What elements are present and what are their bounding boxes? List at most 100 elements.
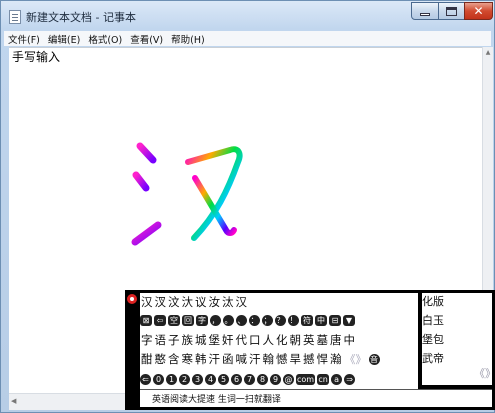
word-suggestion[interactable]: 堡包 — [422, 331, 444, 349]
candidate[interactable]: 子 — [167, 332, 181, 348]
symbol-key[interactable]: ： — [249, 314, 260, 326]
scroll-left-icon[interactable]: ◀ — [11, 397, 16, 405]
minimize-icon — [420, 13, 430, 16]
keyboard-icon[interactable]: ⊟ — [329, 314, 341, 326]
title-bar[interactable]: 新建文本文档 - 记事本 ✕ — [1, 1, 494, 31]
close-icon: ✕ — [473, 4, 484, 18]
number-key[interactable]: 4 — [205, 373, 216, 385]
cn-key[interactable]: cn — [317, 373, 330, 385]
ime-logo-icon — [127, 294, 137, 304]
ime-ad-banner[interactable]: 英语阅读大提速 生词一扫就翻译 — [140, 389, 492, 407]
enter-key[interactable]: 回 — [182, 314, 194, 326]
ime-drag-handle[interactable] — [125, 290, 139, 410]
candidate[interactable]: 汉 — [235, 294, 249, 310]
candidate[interactable]: 朝 — [289, 332, 303, 348]
candidate[interactable]: 函 — [221, 351, 235, 367]
candidate[interactable]: 墓 — [316, 332, 330, 348]
number-key[interactable]: 1 — [166, 373, 177, 385]
number-key[interactable]: 7 — [244, 373, 255, 385]
symbol-key[interactable]: 、 — [236, 314, 247, 326]
candidate[interactable]: 汰 — [221, 294, 235, 310]
candidate[interactable]: 憨 — [154, 351, 168, 367]
menu-help[interactable]: 帮助(H) — [167, 32, 209, 46]
page-toggle[interactable]: 《》 — [343, 351, 369, 367]
candidate[interactable]: 憾 — [275, 351, 289, 367]
symbol-key[interactable]: ！ — [288, 314, 299, 326]
candidate[interactable]: 汝 — [208, 294, 222, 310]
maximize-button[interactable] — [438, 2, 465, 20]
arrow-left-icon[interactable]: ⇐ — [140, 373, 151, 385]
menu-edit[interactable]: 编辑(E) — [44, 32, 84, 46]
close-button[interactable]: ✕ — [464, 2, 493, 20]
com-key[interactable]: com — [296, 373, 316, 385]
candidate[interactable]: 喊 — [235, 351, 249, 367]
candidate[interactable]: 语 — [154, 332, 168, 348]
candidate[interactable]: 汶 — [167, 294, 181, 310]
scroll-up-icon[interactable]: ▲ — [484, 49, 492, 56]
backspace-icon[interactable]: ⇦ — [154, 314, 166, 326]
char-key[interactable]: 字 — [196, 314, 208, 326]
word-suggestion[interactable]: 白玉 — [422, 312, 444, 330]
number-key[interactable]: 9 — [270, 373, 281, 385]
word-suggestion[interactable]: 化版 — [422, 293, 444, 311]
number-key[interactable]: 2 — [179, 373, 190, 385]
candidate[interactable]: 撼 — [302, 351, 316, 367]
symbol-key[interactable]: ？ — [275, 314, 286, 326]
arrow-right-icon[interactable]: ⇒ — [344, 373, 356, 385]
candidate[interactable]: 口 — [248, 332, 262, 348]
candidate[interactable]: 寒 — [181, 351, 195, 367]
ime-scroll-area[interactable]: 《》 — [472, 293, 495, 385]
candidate[interactable]: 议 — [194, 294, 208, 310]
space-key[interactable]: 空 — [168, 314, 180, 326]
candidate[interactable]: 汗 — [248, 351, 262, 367]
candidate[interactable]: 旱 — [289, 351, 303, 367]
minimize-button[interactable] — [411, 2, 439, 20]
candidate[interactable]: 汗 — [208, 351, 222, 367]
candidate[interactable]: 汉 — [140, 294, 154, 310]
candidate[interactable]: 韩 — [194, 351, 208, 367]
menu-format[interactable]: 格式(O) — [84, 32, 126, 46]
candidate[interactable]: 英 — [302, 332, 316, 348]
symbol-mode-key[interactable]: 符 — [301, 314, 313, 326]
candidate[interactable]: 族 — [181, 332, 195, 348]
dropdown-icon[interactable]: ▼ — [343, 314, 355, 326]
number-key[interactable]: 6 — [231, 373, 242, 385]
number-key[interactable]: 5 — [218, 373, 229, 385]
candidate[interactable]: 唐 — [329, 332, 343, 348]
candidate[interactable]: 奸 — [221, 332, 235, 348]
candidate[interactable]: 中 — [343, 332, 357, 348]
editor-content: 手写输入 — [12, 50, 61, 64]
chinese-mode-key[interactable]: 中 — [315, 314, 327, 326]
symbol-key[interactable]: ， — [210, 314, 221, 326]
candidate[interactable]: 翰 — [262, 351, 276, 367]
candidate[interactable]: 悍 — [316, 351, 330, 367]
number-row: ⇐ 0 1 2 3 4 5 6 7 8 9 @ com cn a ⇒ — [140, 370, 356, 388]
candidate[interactable]: 人 — [262, 332, 276, 348]
ime-word-suggestions: 化版 白玉 堡包 武帝 — [422, 293, 472, 385]
symbol-row: ⊠ ⇦ 空 回 字 ， 。 、 ： ； ？ ！ 符 中 ⊟ ▼ — [140, 311, 355, 329]
candidate[interactable]: 瀚 — [329, 351, 343, 367]
menu-file[interactable]: 文件(F) — [4, 32, 44, 46]
candidate[interactable]: 含 — [167, 351, 181, 367]
scroll-toggle-icon[interactable]: 《》 — [474, 365, 495, 381]
candidate[interactable]: 字 — [140, 332, 154, 348]
menu-view[interactable]: 查看(V) — [126, 32, 167, 46]
symbol-key[interactable]: ； — [262, 314, 273, 326]
candidate-row-3: 字 语 子 族 城 堡 奸 代 口 人 化 朝 英 墓 唐 中 — [140, 331, 356, 349]
number-key[interactable]: 8 — [257, 373, 268, 385]
number-key[interactable]: 0 — [153, 373, 164, 385]
candidate[interactable]: 代 — [235, 332, 249, 348]
number-key[interactable]: 3 — [192, 373, 203, 385]
candidate[interactable]: 化 — [275, 332, 289, 348]
candidate[interactable]: 汊 — [154, 294, 168, 310]
candidate[interactable]: 汏 — [181, 294, 195, 310]
sound-key[interactable]: 音 — [368, 353, 380, 365]
candidate[interactable]: 酣 — [140, 351, 154, 367]
word-suggestion[interactable]: 武帝 — [422, 350, 444, 368]
candidate[interactable]: 堡 — [208, 332, 222, 348]
clear-icon[interactable]: ⊠ — [140, 314, 152, 326]
at-key[interactable]: @ — [283, 373, 294, 385]
symbol-key[interactable]: 。 — [223, 314, 234, 326]
a-key[interactable]: a — [331, 373, 343, 385]
candidate[interactable]: 城 — [194, 332, 208, 348]
